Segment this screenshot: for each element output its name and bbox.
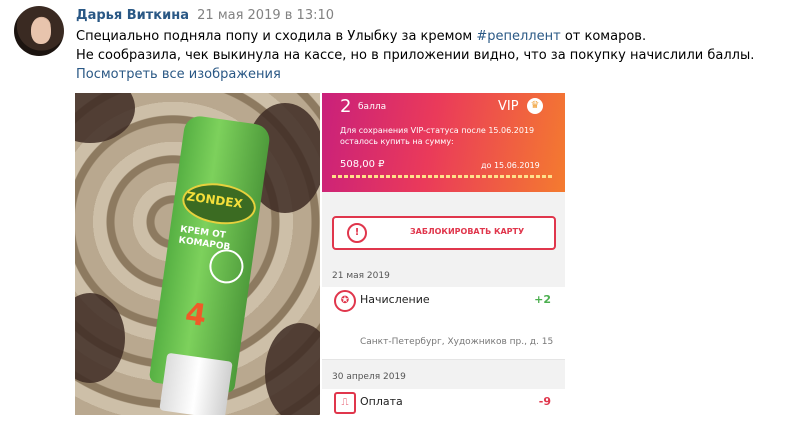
transaction-address: Санкт-Петербург, Художников пр., д. 15 — [360, 337, 554, 347]
pattern-shape — [75, 293, 125, 383]
deadline-date: до 15.06.2019 — [481, 161, 540, 170]
pattern-shape — [265, 323, 320, 415]
transaction-item[interactable]: ⎍ Оплата -9 — [322, 389, 565, 415]
post-header: Дарья Виткина 21 мая 2019 в 13:10 — [76, 8, 334, 23]
product-photo[interactable]: ZONDEX КРЕМ ОТ КОМАРОВ 4 — [75, 93, 320, 415]
shopping-bag-icon: ⎍ — [334, 392, 356, 414]
hours-label: 4 — [183, 296, 209, 334]
vip-label: VIP — [498, 99, 519, 114]
points-banner: 2 балла VIP ♛ Для сохранения VIP-статуса… — [322, 93, 565, 192]
points-label: балла — [358, 102, 387, 112]
post-text-line-2: Не сообразила, чек выкинула на кассе, но… — [76, 48, 755, 63]
post-date[interactable]: 21 мая 2019 в 13:10 — [197, 8, 334, 23]
block-card-button[interactable]: ! ЗАБЛОКИРОВАТЬ КАРТУ — [332, 216, 556, 250]
block-card-label: ЗАБЛОКИРОВАТЬ КАРТУ — [410, 227, 525, 236]
transaction-title: Начисление — [360, 293, 430, 306]
transaction-title: Оплата — [360, 395, 403, 408]
warning-icon: ! — [347, 223, 367, 243]
app-screenshot[interactable]: 2 балла VIP ♛ Для сохранения VIP-статуса… — [322, 93, 565, 415]
post-text-line-1: Специально подняла попу и сходила в Улыб… — [76, 29, 646, 44]
remaining-sum: 508,00 ₽ — [340, 159, 385, 170]
show-all-images-link[interactable]: Посмотреть все изображения — [76, 67, 281, 82]
hashtag-link[interactable]: #репеллент — [476, 29, 560, 44]
cream-tube: ZONDEX КРЕМ ОТ КОМАРОВ 4 — [148, 114, 272, 394]
author-avatar[interactable] — [14, 6, 64, 56]
vip-progress-bar — [332, 175, 554, 178]
transaction-item[interactable]: ✪ Начисление +2 Санкт-Петербург, Художни… — [322, 287, 565, 360]
transaction-date: 30 апреля 2019 — [332, 372, 406, 382]
author-name[interactable]: Дарья Виткина — [76, 8, 189, 23]
transaction-amount: -9 — [538, 395, 551, 408]
transaction-date: 21 мая 2019 — [332, 271, 390, 281]
crown-icon: ♛ — [527, 98, 543, 114]
transaction-amount: +2 — [534, 293, 551, 306]
avatar-face — [31, 18, 51, 44]
tube-cap — [159, 352, 233, 415]
pattern-shape — [75, 93, 135, 143]
medal-icon: ✪ — [334, 290, 356, 312]
post-text-1b: от комаров. — [560, 29, 647, 44]
points-number: 2 — [340, 96, 352, 117]
post-text-1a: Специально подняла попу и сходила в Улыб… — [76, 29, 477, 44]
vip-status-text: Для сохранения VIP-статуса после 15.06.2… — [340, 126, 535, 146]
